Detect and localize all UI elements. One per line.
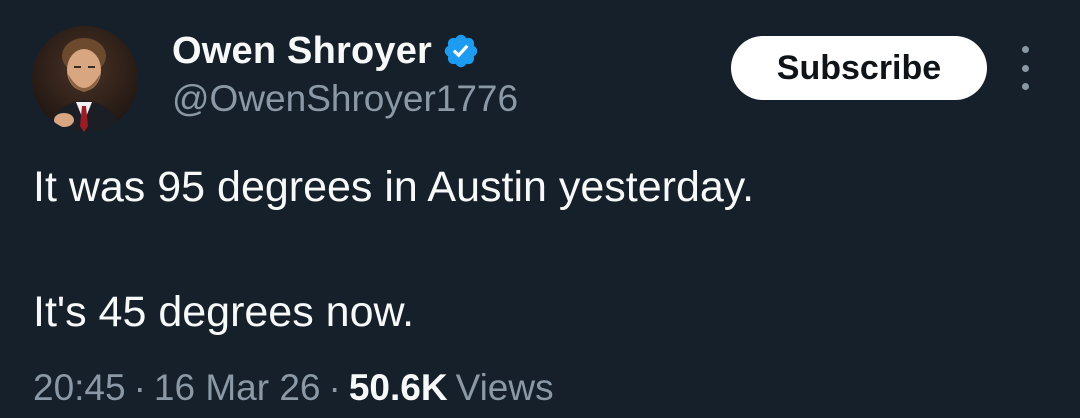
more-dot — [1021, 64, 1029, 72]
more-options-icon[interactable] — [1010, 46, 1040, 90]
meta-separator: · — [133, 367, 146, 408]
author-name-row: Owen Shroyer — [172, 28, 480, 74]
tweet-date[interactable]: 16 Mar 26 — [154, 367, 321, 409]
author-display-name[interactable]: Owen Shroyer — [172, 30, 432, 73]
subscribe-button[interactable]: Subscribe — [731, 36, 987, 100]
tweet-text-line: It's 45 degrees now. — [33, 288, 415, 336]
avatar-image — [32, 26, 138, 132]
more-dot — [1021, 46, 1029, 53]
avatar[interactable] — [32, 26, 138, 132]
views-count[interactable]: 50.6K — [349, 367, 448, 409]
tweet: Owen Shroyer @OwenShroyer1776 Subscribe … — [0, 0, 1080, 418]
verified-badge-icon — [442, 32, 480, 70]
views-label[interactable]: Views — [456, 367, 554, 409]
meta-separator: · — [328, 367, 341, 408]
tweet-meta: 20:45 · 16 Mar 26 · 50.6K Views — [33, 367, 554, 409]
author-handle[interactable]: @OwenShroyer1776 — [172, 78, 518, 120]
tweet-text-line: It was 95 degrees in Austin yesterday. — [33, 163, 755, 211]
more-dot — [1021, 83, 1029, 90]
tweet-time[interactable]: 20:45 — [33, 367, 126, 409]
